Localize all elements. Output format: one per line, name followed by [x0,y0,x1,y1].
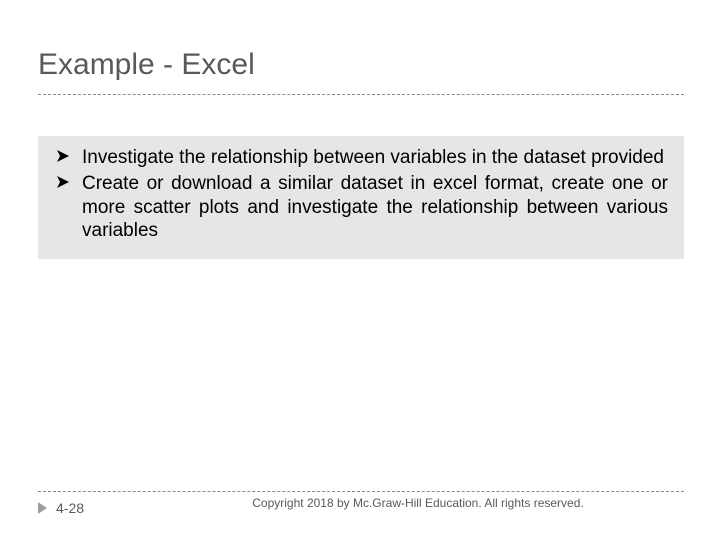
list-item-text: Investigate the relationship between var… [82,147,664,168]
list-item: Investigate the relationship between var… [54,146,668,170]
bullet-arrow-icon [56,175,70,189]
divider-bottom [38,491,684,492]
list-item-text: Create or download a similar dataset in … [82,173,668,242]
divider-top [38,94,684,95]
content-box: Investigate the relationship between var… [38,136,684,259]
slide-title: Example - Excel [38,48,255,82]
slide: Example - Excel Investigate the relation… [0,0,720,540]
bullet-list: Investigate the relationship between var… [54,146,668,243]
footer: 4-28 Copyright 2018 by Mc.Graw-Hill Educ… [38,496,684,526]
copyright-text: Copyright 2018 by Mc.Graw-Hill Education… [238,496,598,511]
bullet-arrow-icon [56,149,70,163]
footer-marker-icon [38,502,47,514]
list-item: Create or download a similar dataset in … [54,172,668,243]
page-number: 4-28 [56,500,84,516]
